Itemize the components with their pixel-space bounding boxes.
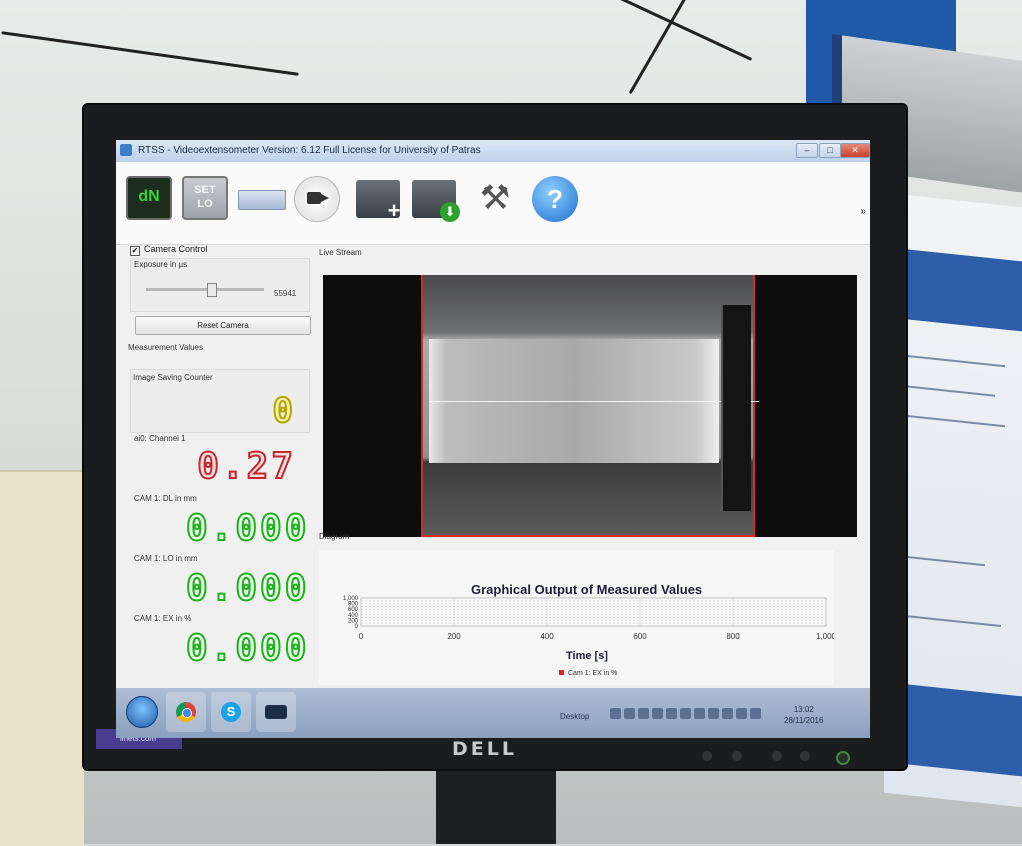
exposure-label: Exposure in µs bbox=[134, 260, 188, 269]
window-title: RTSS - Videoextensometer Version: 6.12 F… bbox=[138, 145, 481, 156]
lo-display: 0.000 bbox=[185, 567, 310, 610]
taskbar-camera-app[interactable] bbox=[256, 692, 296, 732]
close-button[interactable]: ✕ bbox=[840, 143, 870, 158]
chrome-icon bbox=[176, 702, 196, 722]
set-label: SET bbox=[194, 184, 216, 196]
tray-icon[interactable] bbox=[638, 708, 649, 719]
title-bar: RTSS - Videoextensometer Version: 6.12 F… bbox=[116, 140, 870, 162]
taskbar-skype[interactable]: S bbox=[211, 692, 251, 732]
system-tray bbox=[610, 708, 776, 722]
exposure-slider[interactable] bbox=[146, 283, 264, 297]
tray-icon[interactable] bbox=[652, 708, 663, 719]
diagram-panel: Graphical Output of Measured Values 0 200… bbox=[319, 550, 834, 685]
maximize-button[interactable]: □ bbox=[819, 143, 841, 158]
live-stream-label: Live Stream bbox=[319, 248, 362, 257]
dn-button[interactable]: dN bbox=[126, 176, 172, 220]
screen: RTSS - Videoextensometer Version: 6.12 F… bbox=[116, 140, 870, 738]
checkbox[interactable]: ✔ bbox=[130, 246, 140, 256]
tray-icon[interactable] bbox=[680, 708, 691, 719]
live-stream-view[interactable] bbox=[323, 275, 857, 537]
tray-icon[interactable] bbox=[722, 708, 733, 719]
legend-swatch bbox=[559, 670, 564, 675]
set-lo-button[interactable]: SET LO bbox=[182, 176, 228, 220]
x-tick-label: 400 bbox=[540, 632, 554, 641]
app-icon bbox=[120, 144, 132, 156]
x-tick-label: 0 bbox=[359, 632, 364, 641]
tray-icon[interactable] bbox=[736, 708, 747, 719]
tray-icon[interactable] bbox=[624, 708, 635, 719]
camera-lens bbox=[307, 192, 329, 204]
measurement-values-header: Measurement Values bbox=[128, 343, 203, 352]
image-counter-label: Image Saving Counter bbox=[133, 373, 213, 382]
skype-icon: S bbox=[221, 702, 241, 722]
reset-camera-button[interactable]: Reset Camera bbox=[135, 316, 311, 335]
ruler-icon[interactable] bbox=[238, 190, 286, 210]
beige-equipment bbox=[0, 470, 84, 846]
lo-label: CAM 1: LO in mm bbox=[134, 554, 198, 563]
tray-icon[interactable] bbox=[694, 708, 705, 719]
legend-label: Cam 1: EX in % bbox=[568, 670, 618, 677]
monitor-brand: DELL bbox=[452, 738, 517, 760]
exposure-value: 55941 bbox=[274, 289, 297, 298]
plus-icon: + bbox=[387, 198, 401, 223]
camera-control-label: Camera Control bbox=[144, 244, 208, 254]
x-tick-label: 800 bbox=[726, 632, 740, 641]
load-folder-icon[interactable]: ⬇ bbox=[412, 180, 460, 222]
video-camera-icon[interactable] bbox=[294, 176, 340, 222]
camera-control-checkbox[interactable]: ✔ Camera Control bbox=[130, 244, 208, 256]
paper-header bbox=[900, 248, 1022, 332]
y-tick-label: 0 bbox=[355, 624, 359, 630]
start-button[interactable] bbox=[126, 696, 158, 728]
new-folder-icon[interactable]: + bbox=[356, 180, 400, 222]
chart-legend: Cam 1: EX in % bbox=[559, 670, 617, 677]
camera-app-icon bbox=[265, 705, 287, 719]
diagram-label: Diagram bbox=[319, 532, 350, 541]
chart-plot: 0 200 400 600 800 1,0001,0008006004002000 bbox=[343, 596, 834, 641]
toolbar-overflow[interactable]: » bbox=[860, 206, 866, 217]
x-tick-label: 600 bbox=[633, 632, 647, 641]
chart-x-axis-label: Time [s] bbox=[566, 650, 608, 662]
channel-label: ai0: Channel 1 bbox=[134, 434, 186, 443]
tray-icon[interactable] bbox=[610, 708, 621, 719]
grip-clamp bbox=[721, 305, 751, 511]
download-icon: ⬇ bbox=[440, 202, 460, 222]
channel-display: 0.27 bbox=[196, 445, 296, 488]
slider-thumb[interactable] bbox=[207, 283, 217, 297]
specimen bbox=[429, 339, 759, 463]
monitor-button[interactable] bbox=[702, 751, 712, 761]
tray-icon[interactable] bbox=[666, 708, 677, 719]
image-counter-display: 0 bbox=[272, 390, 296, 432]
measurement-line bbox=[429, 401, 759, 402]
minimize-button[interactable]: – bbox=[796, 143, 818, 158]
x-tick-label: 1,000 bbox=[816, 632, 834, 641]
tray-icon[interactable] bbox=[750, 708, 761, 719]
toolbar: dN SET LO + ⬇ ⚒ ? » bbox=[116, 162, 870, 245]
desktop-toolbar[interactable]: Desktop bbox=[560, 712, 589, 721]
monitor-stand bbox=[436, 770, 556, 844]
paper-footer bbox=[900, 683, 1022, 777]
tools-icon[interactable]: ⚒ bbox=[472, 176, 518, 220]
tray-icon[interactable] bbox=[708, 708, 719, 719]
help-icon[interactable]: ? bbox=[532, 176, 578, 222]
monitor-button[interactable] bbox=[772, 751, 782, 761]
clock[interactable]: 13:02 28/11/2016 bbox=[784, 704, 823, 726]
monitor-button[interactable] bbox=[800, 751, 810, 761]
taskbar-chrome[interactable] bbox=[166, 692, 206, 732]
power-button[interactable] bbox=[836, 751, 850, 765]
camera-image bbox=[421, 275, 759, 537]
ex-display: 0.000 bbox=[185, 627, 310, 670]
taskbar: S Desktop 13:02 28/11/2016 bbox=[116, 688, 870, 738]
clock-date: 28/11/2016 bbox=[784, 716, 824, 725]
ex-label: CAM 1: EX in % bbox=[134, 614, 192, 623]
clock-time: 13:02 bbox=[793, 705, 814, 714]
lo-label: LO bbox=[197, 198, 213, 210]
x-tick-label: 200 bbox=[447, 632, 461, 641]
dl-display: 0.000 bbox=[185, 507, 310, 550]
dl-label: CAM 1: DL in mm bbox=[134, 494, 197, 503]
monitor-button[interactable] bbox=[732, 751, 742, 761]
